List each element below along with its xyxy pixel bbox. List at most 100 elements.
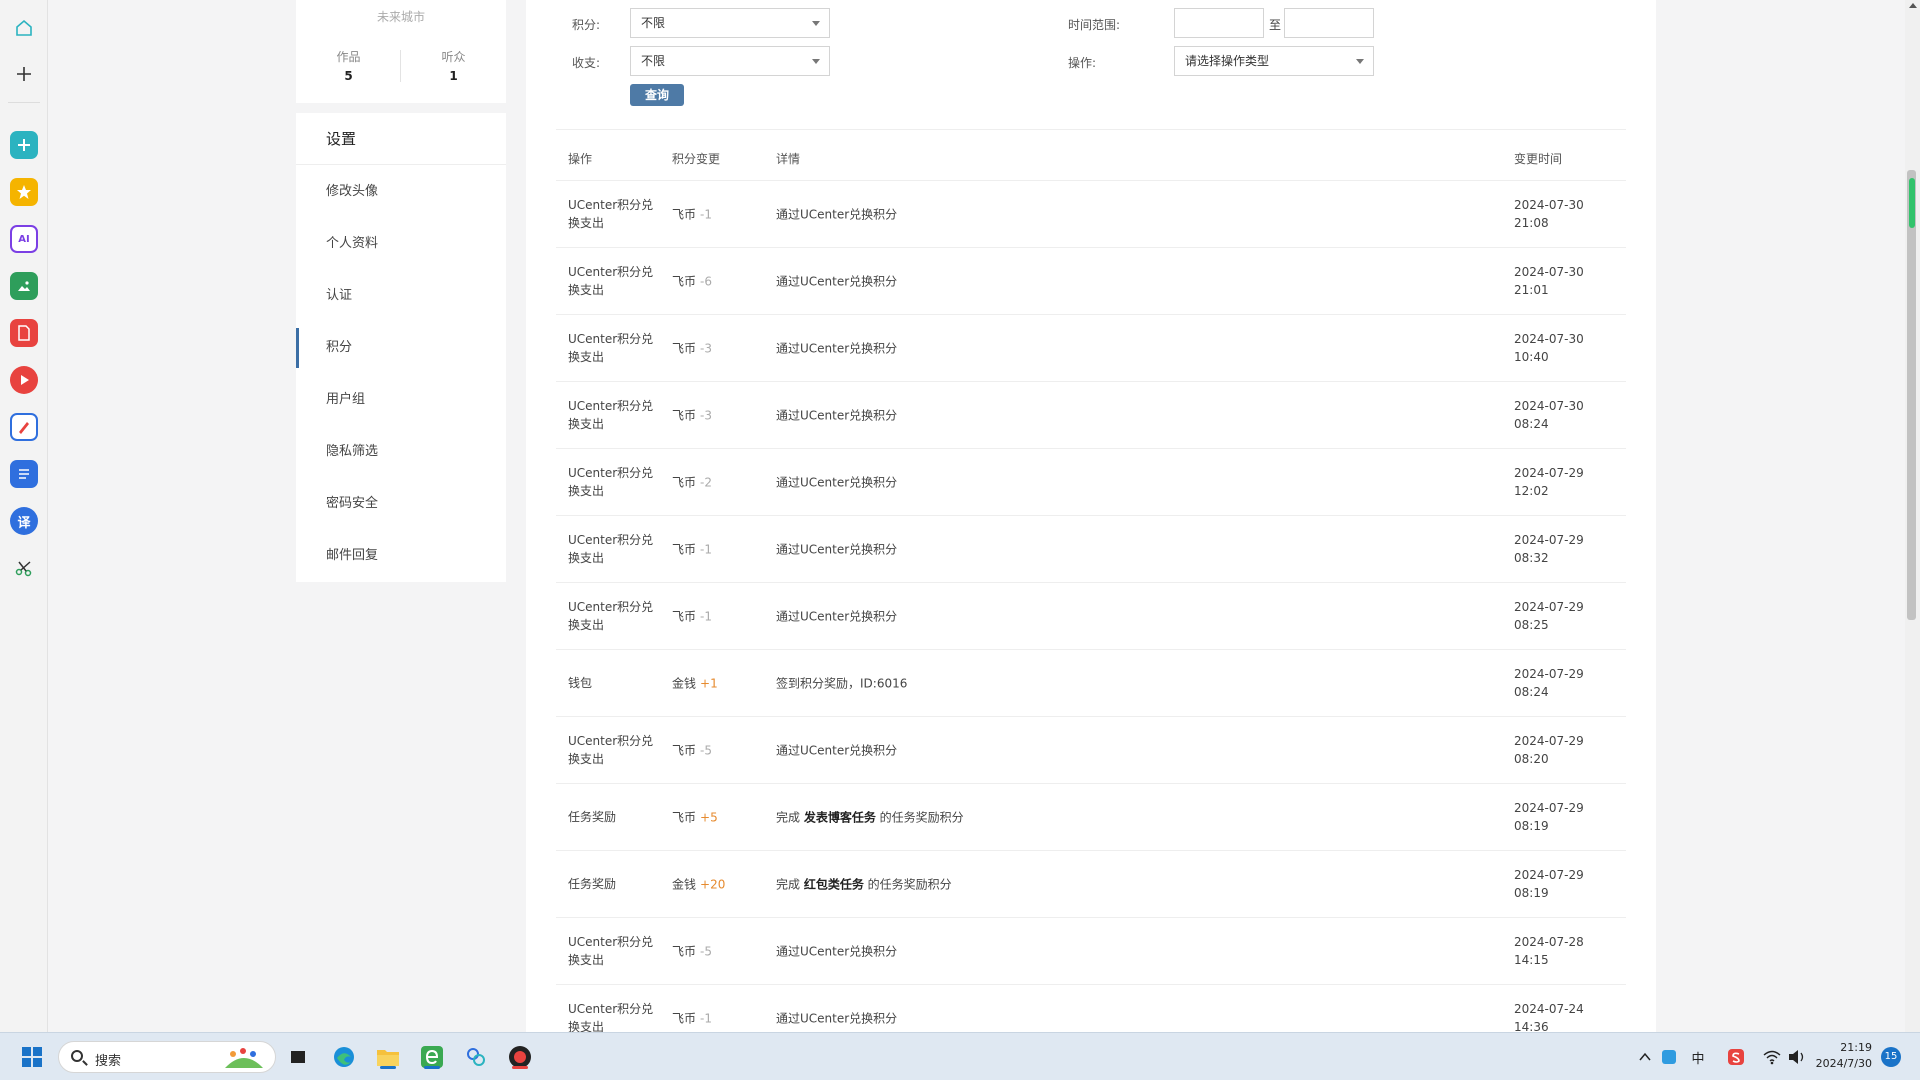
menu-item-avatar[interactable]: 修改头像 — [296, 172, 506, 212]
table-row: 钱包 金钱 +1 签到积分奖励，ID:6016 2024-07-29 08:24 — [556, 650, 1626, 717]
time-clock: 08:20 — [1514, 752, 1549, 766]
header-detail: 详情 — [776, 152, 801, 166]
clock-time[interactable]: 21:19 — [1812, 1041, 1872, 1054]
scroll-up-icon[interactable] — [1909, 3, 1917, 8]
time-date: 2024-07-30 — [1514, 198, 1584, 212]
cell-detail: 通过UCenter兑换积分 — [776, 273, 897, 290]
query-button[interactable]: 查询 — [630, 84, 684, 106]
menu-item-points[interactable]: 积分 — [296, 328, 506, 368]
app-add-icon[interactable] — [10, 131, 38, 159]
detail-text: 签到积分奖励，ID:6016 — [776, 676, 908, 691]
translate-icon[interactable]: 译 — [10, 507, 38, 535]
scrollbar-thumb[interactable] — [1907, 170, 1916, 620]
currency: 飞币 — [672, 944, 697, 959]
task-view-icon[interactable] — [284, 1043, 312, 1071]
cell-detail: 通过UCenter兑换积分 — [776, 474, 897, 491]
currency: 金钱 — [672, 877, 697, 892]
stat-works[interactable]: 作品 5 — [296, 48, 401, 83]
income-select[interactable]: 不限 — [630, 46, 830, 76]
amount: -5 — [700, 944, 712, 959]
menu-item-privacy[interactable]: 隐私筛选 — [296, 432, 506, 472]
star-icon[interactable] — [10, 178, 38, 206]
cell-detail: 通过UCenter兑换积分 — [776, 742, 897, 759]
table-row: UCenter积分兑换支出 飞币 -1 通过UCenter兑换积分 2024-07-30… — [556, 181, 1626, 248]
currency: 金钱 — [672, 676, 697, 691]
plus-icon[interactable] — [10, 60, 38, 88]
tray-app-icon[interactable] — [1655, 1043, 1683, 1071]
cell-operation: UCenter积分兑换支出 — [568, 1002, 654, 1034]
table-row: UCenter积分兑换支出 飞币 -6 通过UCenter兑换积分 2024-07-30… — [556, 248, 1626, 315]
ai-video-icon[interactable] — [10, 366, 38, 394]
detail-text: 通过UCenter兑换积分 — [776, 609, 898, 624]
amount: -5 — [700, 743, 712, 758]
amount: -1 — [700, 1011, 712, 1026]
edge-browser-icon[interactable] — [330, 1043, 358, 1071]
browser-e-icon[interactable] — [418, 1043, 446, 1071]
notification-badge[interactable]: 15 — [1881, 1047, 1901, 1067]
cell-time: 2024-07-29 08:20 — [1514, 732, 1614, 768]
time-date: 2024-07-30 — [1514, 265, 1584, 279]
operation-select[interactable]: 请选择操作类型 — [1174, 46, 1374, 76]
time-from-input[interactable] — [1174, 8, 1264, 38]
time-clock: 08:24 — [1514, 417, 1549, 431]
currency: 飞币 — [672, 743, 697, 758]
menu-item-password[interactable]: 密码安全 — [296, 484, 506, 524]
amount: +1 — [700, 676, 718, 691]
page-scrollbar[interactable] — [1905, 0, 1920, 1032]
ime-indicator[interactable]: 中 — [1684, 1043, 1712, 1071]
home-icon[interactable] — [10, 14, 38, 42]
points-select-value: 不限 — [641, 16, 666, 30]
cell-detail: 通过UCenter兑换积分 — [776, 608, 897, 625]
menu-item-profile[interactable]: 个人资料 — [296, 224, 506, 264]
wifi-icon[interactable] — [1758, 1043, 1786, 1071]
points-select[interactable]: 不限 — [630, 8, 830, 38]
ai-image-icon[interactable] — [10, 272, 38, 300]
detail-text: 完成 — [776, 877, 804, 892]
cell-time: 2024-07-29 08:19 — [1514, 799, 1614, 835]
cell-change: 飞币 -3 — [672, 340, 712, 357]
cell-change: 金钱 +20 — [672, 876, 725, 893]
amount: +20 — [700, 877, 726, 892]
cell-change: 飞币 -1 — [672, 541, 712, 558]
clock-date[interactable]: 2024/7/30 — [1812, 1057, 1872, 1070]
windows-start-icon[interactable] — [18, 1043, 46, 1071]
cell-change: 飞币 +5 — [672, 809, 718, 826]
file-explorer-icon[interactable] — [374, 1043, 402, 1071]
volume-icon[interactable] — [1783, 1043, 1811, 1071]
points-log-table: 操作 积分变更 详情 变更时间 UCenter积分兑换支出 飞币 -1 通过UCent… — [556, 136, 1626, 1052]
scissors-icon[interactable] — [10, 554, 38, 582]
ai-chat-icon[interactable]: AI — [10, 225, 38, 253]
record-icon[interactable] — [506, 1043, 534, 1071]
time-date: 2024-07-29 — [1514, 868, 1584, 882]
detail-text: 通过UCenter兑换积分 — [776, 944, 898, 959]
time-date: 2024-07-30 — [1514, 332, 1584, 346]
detail-text: 的任务奖励积分 — [863, 877, 952, 892]
tray-s-icon[interactable] — [1722, 1043, 1750, 1071]
time-to-input[interactable] — [1284, 8, 1374, 38]
ai-draw-icon[interactable] — [10, 413, 38, 441]
menu-item-email[interactable]: 邮件回复 — [296, 536, 506, 576]
cell-time: 2024-07-30 10:40 — [1514, 330, 1614, 366]
time-clock: 08:19 — [1514, 819, 1549, 833]
ai-doc-icon[interactable] — [10, 460, 38, 488]
menu-item-verify[interactable]: 认证 — [296, 276, 506, 316]
menu-item-usergroup[interactable]: 用户组 — [296, 380, 506, 420]
stat-listeners[interactable]: 听众 1 — [401, 48, 506, 83]
taskbar-search[interactable]: 搜索 — [58, 1041, 276, 1073]
search-highlight-icon — [225, 1048, 263, 1068]
cell-operation: UCenter积分兑换支出 — [568, 265, 654, 297]
amount: -6 — [700, 274, 712, 289]
time-clock: 21:08 — [1514, 216, 1549, 230]
currency: 飞币 — [672, 341, 697, 356]
currency: 飞币 — [672, 274, 697, 289]
scroll-indicator — [1909, 178, 1915, 228]
amount: -3 — [700, 341, 712, 356]
time-clock: 10:40 — [1514, 350, 1549, 364]
app-rings-icon[interactable] — [462, 1043, 490, 1071]
cell-operation: UCenter积分兑换支出 — [568, 198, 654, 230]
income-label: 收支: — [572, 56, 601, 70]
time-range-separator: 至 — [1269, 18, 1282, 32]
detail-text: 通过UCenter兑换积分 — [776, 743, 898, 758]
stat-label: 听众 — [441, 50, 466, 64]
ai-pdf-icon[interactable] — [10, 319, 38, 347]
